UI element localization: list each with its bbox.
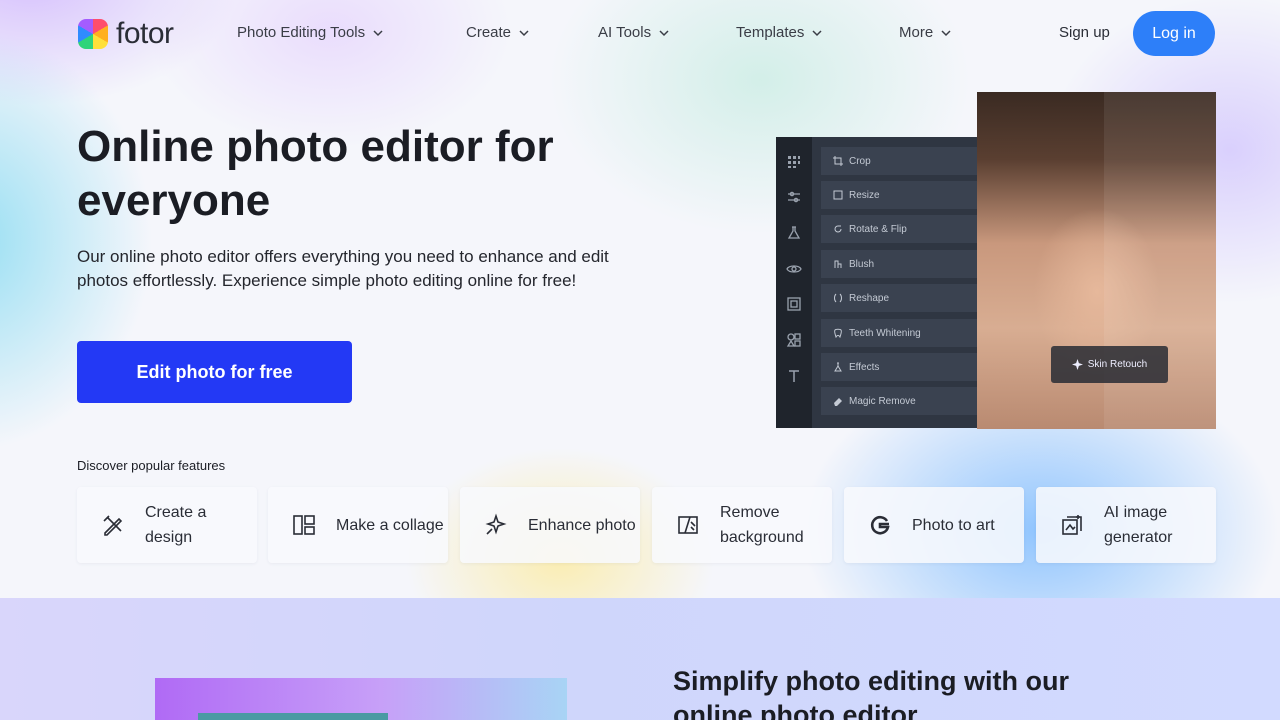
editor-menu-label: Blush: [849, 258, 875, 270]
features-heading: Discover popular features: [77, 458, 226, 473]
feature-label: Make a collage: [336, 516, 444, 534]
feature-label: Photo to art: [912, 516, 995, 534]
feature-enhance-photo[interactable]: Enhance photo: [460, 487, 640, 563]
signup-link[interactable]: Sign up: [1059, 24, 1110, 41]
nav-item-label: Photo Editing Tools: [237, 24, 366, 41]
editor-menu-label: Teeth Whitening: [849, 327, 921, 339]
login-button[interactable]: Log in: [1133, 11, 1215, 56]
chevron-down-icon: [812, 29, 822, 36]
resize-icon: [833, 190, 843, 200]
flask-icon: [787, 226, 801, 239]
editor-menu-item: Reshape: [821, 284, 981, 312]
editor-menu-item: Crop: [821, 147, 981, 175]
nav-item-ai-tools[interactable]: AI Tools: [598, 24, 670, 41]
ai-generator-icon: [1062, 515, 1082, 535]
nav-item-label: More: [899, 24, 934, 41]
nav-item-label: AI Tools: [598, 24, 652, 41]
feature-label: Remove background: [720, 504, 804, 546]
editor-preview-panel: Crop Resize Rotate & Flip Blush Reshape …: [776, 137, 981, 428]
nav-item-label: Create: [466, 24, 512, 41]
editor-tool-rail: [776, 137, 812, 428]
section-preview-inner: [198, 713, 388, 720]
editor-menu-label: Crop: [849, 155, 871, 167]
editor-menu-label: Effects: [849, 361, 880, 373]
editor-menu-label: Magic Remove: [849, 395, 916, 407]
sparkle-icon: [1071, 359, 1083, 370]
sliders-icon: [788, 191, 800, 203]
hero-title: Online photo editor for everyone: [77, 122, 554, 225]
elements-icon: [786, 333, 801, 347]
eraser-icon: [834, 398, 842, 406]
editor-menu-item: Magic Remove: [821, 387, 981, 415]
edit-photo-button[interactable]: Edit photo for free: [77, 341, 352, 403]
grid-icon: [788, 156, 800, 168]
navbar: fotor Photo Editing Tools Create AI Tool…: [0, 0, 1280, 66]
tooth-icon: [834, 328, 842, 338]
hero-description: Our online photo editor offers everythin…: [77, 247, 609, 290]
frame-icon: [787, 297, 801, 311]
text-icon: [789, 370, 799, 382]
logo-text: fotor: [116, 17, 174, 50]
fotor-logo-icon: [78, 19, 108, 49]
editor-menu-item: Effects: [821, 353, 981, 381]
chevron-down-icon: [373, 29, 383, 36]
editor-menu-item: Rotate & Flip: [821, 215, 981, 243]
nav-item-more[interactable]: More: [899, 24, 952, 41]
feature-photo-to-art[interactable]: Photo to art: [844, 487, 1024, 563]
skin-retouch-badge: Skin Retouch: [1051, 346, 1168, 383]
editor-menu-item: Blush: [821, 250, 981, 278]
art-g-icon: [870, 515, 890, 535]
feature-label: Enhance photo: [528, 516, 636, 534]
nav-item-create[interactable]: Create: [466, 24, 530, 41]
remove-bg-icon: [678, 516, 698, 534]
chevron-down-icon: [519, 29, 529, 36]
pen-ruler-icon: [103, 515, 123, 536]
feature-ai-image-generator[interactable]: AI image generator: [1036, 487, 1216, 563]
crop-icon: [833, 156, 843, 166]
chevron-down-icon: [659, 29, 669, 36]
eye-icon: [786, 265, 802, 273]
feature-remove-background[interactable]: Remove background: [652, 487, 832, 563]
feature-make-collage[interactable]: Make a collage: [268, 487, 448, 563]
nav-item-label: Templates: [736, 24, 805, 41]
reshape-icon: [834, 293, 842, 303]
logo[interactable]: fotor: [78, 17, 174, 51]
sparkle-icon: [485, 513, 507, 535]
feature-create-design[interactable]: Create a design: [77, 487, 257, 563]
nav-item-templates[interactable]: Templates: [736, 24, 823, 41]
section-preview-image: [155, 678, 567, 720]
feature-label: Create a design: [145, 504, 207, 546]
badge-label: Skin Retouch: [1087, 359, 1148, 370]
feature-label: AI image generator: [1104, 504, 1173, 546]
chevron-down-icon: [941, 29, 951, 36]
collage-icon: [293, 515, 315, 535]
nav-item-photo-editing-tools[interactable]: Photo Editing Tools: [237, 24, 384, 41]
editor-menu-label: Resize: [849, 189, 880, 201]
editor-menu-label: Reshape: [849, 292, 890, 304]
blush-icon: [834, 260, 842, 268]
editor-menu-item: Resize: [821, 181, 981, 209]
editor-menu-item: Teeth Whitening: [821, 319, 981, 347]
section-title: Simplify photo editing with our online p…: [673, 666, 1069, 720]
rotate-icon: [834, 225, 842, 233]
editor-menu-label: Rotate & Flip: [849, 223, 907, 235]
effects-icon: [834, 362, 842, 372]
